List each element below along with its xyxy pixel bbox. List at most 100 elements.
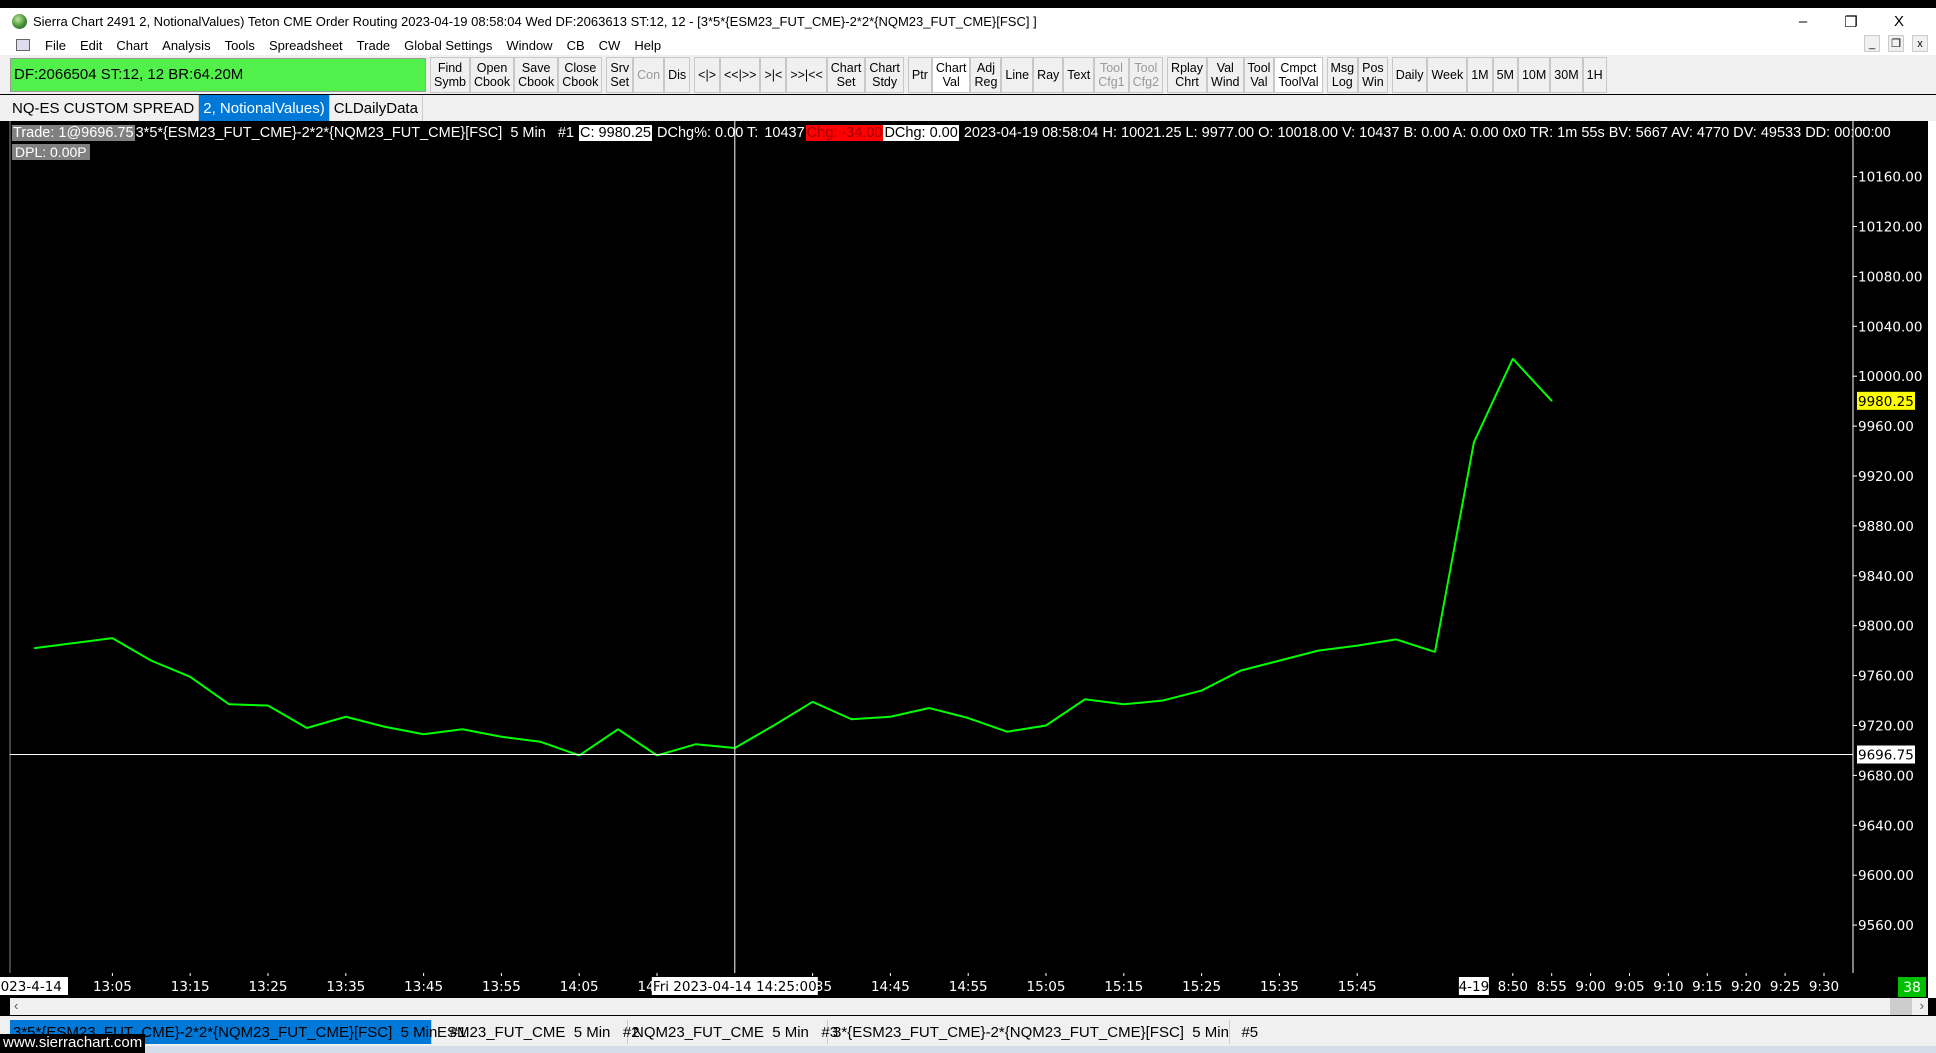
window-title: Sierra Chart 2491 2, NotionalValues) Tet… xyxy=(33,14,1037,29)
chartbook-tab[interactable]: CLDailyData xyxy=(330,95,423,121)
bar-count-label: 38 xyxy=(1903,980,1921,996)
x-tick-label: 15:15 xyxy=(1104,979,1143,995)
toolbar-button-xxxxx[interactable]: >>|<< xyxy=(786,56,827,93)
daily-change: DChg: 0.00 xyxy=(883,125,959,141)
toolbar-button-con[interactable]: Con xyxy=(633,56,665,93)
date-tick-label: 2023-4-14 xyxy=(0,979,62,995)
price-point xyxy=(1006,730,1008,733)
x-tick-label: 9:20 xyxy=(1731,979,1761,995)
menu-trade[interactable]: Trade xyxy=(350,38,397,53)
toolbar-button-xxx[interactable]: <|> xyxy=(694,56,720,93)
menu-cw[interactable]: CW xyxy=(592,38,628,53)
connection-status-box: DF:2066504 ST:12, 12 BR:64.20M xyxy=(10,57,426,92)
toolbar-button-dis[interactable]: Dis xyxy=(664,56,691,93)
menu-edit[interactable]: Edit xyxy=(73,38,109,53)
scroll-thumb[interactable] xyxy=(1890,998,1912,1015)
menu-help[interactable]: Help xyxy=(627,38,668,53)
price-point xyxy=(811,700,814,703)
scroll-right-icon[interactable]: › xyxy=(1920,998,1924,1013)
taskbar-strip xyxy=(130,1046,1936,1053)
menu-spreadsheet[interactable]: Spreadsheet xyxy=(262,38,350,53)
minimize-button[interactable]: – xyxy=(1780,8,1826,35)
x-tick-label: 13:35 xyxy=(326,979,365,995)
x-tick-label: 8:50 xyxy=(1498,979,1528,995)
menu-global-settings[interactable]: Global Settings xyxy=(397,38,499,53)
price-chart[interactable]: 10160.00 10120.00 10080.00 10040.00 10000.00… xyxy=(0,121,1936,998)
price-point xyxy=(1317,649,1320,652)
mdi-restore-button[interactable]: ❐ xyxy=(1888,35,1904,52)
y-tick-label: 9760.00 xyxy=(1858,669,1914,685)
chartbook-tab[interactable]: 2, NotionalValues) xyxy=(199,95,330,121)
x-tick-label: 13:25 xyxy=(249,979,288,995)
toolbar-button-daily[interactable]: Daily xyxy=(1391,56,1428,93)
toolbar-button-tool-cfg1[interactable]: Tool Cfg1 xyxy=(1094,56,1129,93)
menu-chart[interactable]: Chart xyxy=(109,38,155,53)
toolbar-button-xxxxx[interactable]: <<|>> xyxy=(720,56,761,93)
horizontal-scrollbar[interactable]: ‹ › xyxy=(10,998,1928,1015)
menu-cb[interactable]: CB xyxy=(560,38,592,53)
toolbar-button-ptr[interactable]: Ptr xyxy=(907,56,932,93)
toolbar-button-chart-set[interactable]: Chart Set xyxy=(826,56,866,93)
system-menu-icon[interactable] xyxy=(16,39,30,51)
toolbar-button-5m[interactable]: 5M xyxy=(1492,56,1518,93)
toolbar-button-tool-cfg2[interactable]: Tool Cfg2 xyxy=(1128,56,1164,93)
menu-window[interactable]: Window xyxy=(499,38,559,53)
toolbar-button-xxx[interactable]: >|< xyxy=(760,56,787,93)
price-point xyxy=(850,718,853,721)
toolbar-button-1h[interactable]: 1H xyxy=(1582,56,1607,93)
price-point xyxy=(1045,724,1047,727)
website-label: www.sierrachart.com xyxy=(0,1034,146,1053)
scroll-left-icon[interactable]: ‹ xyxy=(14,998,18,1013)
restore-button[interactable]: ❐ xyxy=(1828,8,1874,35)
toolbar-button-find-symb[interactable]: Find Symb xyxy=(430,56,470,93)
price-point xyxy=(1395,638,1397,641)
chartbook-tab[interactable]: NQ-ES CUSTOM SPREAD xyxy=(8,95,200,121)
chartbook-tabs: NQ-ES CUSTOM SPREAD 2, NotionalValues) CLD… xyxy=(0,95,1936,121)
price-point xyxy=(1123,703,1125,706)
price-point xyxy=(461,728,464,731)
mdi-close-button[interactable]: x xyxy=(1912,35,1928,52)
chart-window-tab[interactable]: NQM23_FUT_CME 5 Min #3 xyxy=(630,1020,838,1044)
toolbar-button-rplay-chrt[interactable]: Rplay Chrt xyxy=(1167,56,1208,93)
toolbar-button-chart-val[interactable]: Chart Val xyxy=(931,56,971,93)
toolbar-button-30m[interactable]: 30M xyxy=(1550,56,1583,93)
toolbar-button-save-cbook[interactable]: Save Cbook xyxy=(514,56,559,93)
chart-window-tab[interactable]: 3*{ESM23_FUT_CME}-2*{NQM23_FUT_CME}[FSC]… xyxy=(830,1020,1258,1044)
x-tick-label: 14:05 xyxy=(560,979,599,995)
x-tick-label: 14:55 xyxy=(949,979,988,995)
menu-analysis[interactable]: Analysis xyxy=(155,38,217,53)
toolbar-button-val-wind[interactable]: Val Wind xyxy=(1207,56,1244,93)
chart-area[interactable]: 10160.00 10120.00 10080.00 10040.00 10000.00… xyxy=(0,121,1936,998)
toolbar-button-ray[interactable]: Ray xyxy=(1033,56,1064,93)
price-point xyxy=(189,676,191,678)
mdi-minimize-button[interactable]: _ xyxy=(1864,35,1880,52)
tick-count: 10437 xyxy=(764,125,805,141)
daily-change-percent: DChg%: 0.00 T: xyxy=(652,125,763,141)
toolbar-button-10m[interactable]: 10M xyxy=(1517,56,1551,93)
chart-info-line: Trade: 1@9696.75 3*5*{ESM23_FUT_CME}-2*2… xyxy=(12,124,1892,142)
toolbar-button-pos-win[interactable]: Pos Win xyxy=(1358,56,1388,93)
toolbar-button-line[interactable]: Line xyxy=(1001,56,1034,93)
toolbar-button-adj-reg[interactable]: Adj Reg xyxy=(970,56,1002,93)
toolbar-button-cmpct-toolval[interactable]: Cmpct ToolVal xyxy=(1274,56,1323,93)
toolbar-button-srv-set[interactable]: Srv Set xyxy=(606,56,634,93)
toolbar-button-msg-log[interactable]: Msg Log xyxy=(1326,56,1359,93)
toolbar-button-week[interactable]: Week xyxy=(1427,56,1468,93)
control-bar: DF:2066504 ST:12, 12 BR:64.20M Find Symb… xyxy=(0,55,1936,94)
close-button[interactable]: X xyxy=(1876,8,1922,35)
toolbar-button-1m[interactable]: 1M xyxy=(1467,56,1493,93)
price-point xyxy=(617,728,619,731)
toolbar-button-chart-stdy[interactable]: Chart Stdy xyxy=(865,56,904,93)
sierra-chart-logo-icon xyxy=(12,14,27,29)
toolbar-button-tool-val[interactable]: Tool Val xyxy=(1243,56,1275,93)
menu-file[interactable]: File xyxy=(38,38,73,53)
toolbar-button-open-cbook[interactable]: Open Cbook xyxy=(469,56,515,93)
price-point xyxy=(306,727,308,729)
toolbar-button-close-cbook[interactable]: Close Cbook xyxy=(558,56,603,93)
menu-tools[interactable]: Tools xyxy=(218,38,262,53)
chart-window-tab[interactable]: ESM23_FUT_CME 5 Min #2 xyxy=(434,1020,640,1044)
price-point xyxy=(345,715,347,718)
y-tick-label: 10120.00 xyxy=(1858,220,1922,236)
toolbar-button-text[interactable]: Text xyxy=(1063,56,1095,93)
price-point xyxy=(111,637,114,639)
